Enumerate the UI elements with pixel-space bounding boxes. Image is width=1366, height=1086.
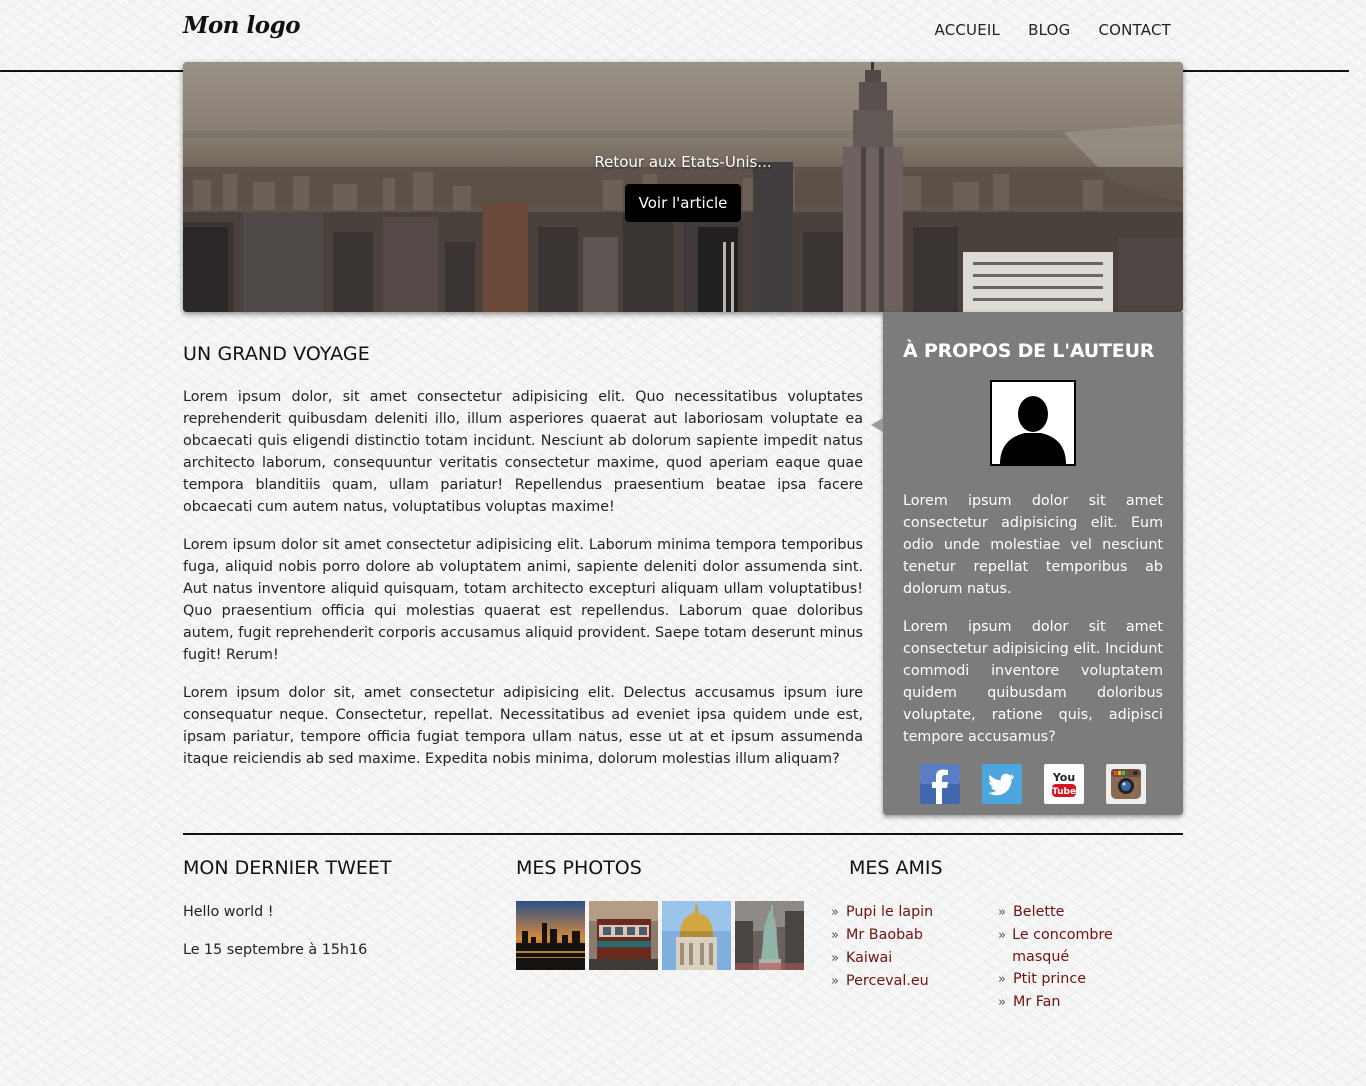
banner-caption: Retour aux Etats-Unis...: [594, 153, 772, 171]
article-paragraph: Lorem ipsum dolor, sit amet consectetur …: [183, 389, 863, 515]
article-paragraph: Lorem ipsum dolor sit amet consectetur a…: [183, 537, 863, 663]
tweet-date: Le 15 septembre à 15h16: [183, 942, 368, 958]
friends-column-2: » Belette » Le concombre masqué » Ptit prin…: [998, 901, 1165, 1014]
nav-link-blog[interactable]: BLOG: [1028, 21, 1070, 39]
photo-gallery: [516, 901, 816, 970]
friend-link[interactable]: Perceval.eu: [846, 970, 929, 992]
youtube-icon[interactable]: You Tube: [1044, 764, 1084, 804]
chevron-right-icon: »: [831, 928, 839, 943]
list-item: » Pupi le lapin: [831, 901, 998, 924]
social-links: You Tube: [903, 764, 1163, 804]
list-item: » Perceval.eu: [831, 970, 998, 993]
list-item: » Kaiwai: [831, 947, 998, 970]
main-nav: ACCUEIL BLOG CONTACT: [935, 21, 1171, 39]
tweet-text: Hello world !: [183, 904, 274, 920]
friend-link[interactable]: Ptit prince: [1013, 968, 1086, 990]
nav-link-accueil[interactable]: ACCUEIL: [935, 21, 1001, 39]
friend-link[interactable]: Pupi le lapin: [846, 901, 933, 923]
photos-section: MES PHOTOS: [516, 857, 816, 970]
hero-banner: Retour aux Etats-Unis... Voir l'article: [183, 62, 1183, 312]
list-item: » Mr Baobab: [831, 924, 998, 947]
friend-link[interactable]: Kaiwai: [846, 947, 892, 969]
facebook-icon[interactable]: [920, 764, 960, 804]
user-silhouette-icon: [992, 382, 1074, 464]
article-title: UN GRAND VOYAGE: [183, 343, 370, 365]
chevron-right-icon: »: [998, 995, 1006, 1010]
chevron-right-icon: »: [831, 905, 839, 920]
author-sidebar: À PROPOS DE L'AUTEUR Lorem ipsum dolor s…: [871, 312, 1183, 815]
author-avatar: [990, 380, 1076, 466]
friend-link[interactable]: Le concombre masqué: [1012, 924, 1165, 968]
chevron-right-icon: »: [998, 928, 1006, 943]
chevron-right-icon: »: [998, 972, 1006, 987]
photo-thumbnail-statue-of-liberty[interactable]: [735, 901, 804, 970]
main-article: UN GRAND VOYAGE Lorem ipsum dolor, sit a…: [183, 343, 863, 786]
photos-section-title: MES PHOTOS: [516, 857, 642, 879]
instagram-icon[interactable]: [1106, 764, 1146, 804]
friends-section: MES AMIS » Pupi le lapin » Mr Baobab » Kaiw…: [831, 857, 1183, 1014]
photo-thumbnail-golden-dome[interactable]: [662, 901, 731, 970]
friend-link[interactable]: Mr Baobab: [846, 924, 923, 946]
chevron-right-icon: »: [831, 951, 839, 966]
friends-column-1: » Pupi le lapin » Mr Baobab » Kaiwai » Perce…: [831, 901, 998, 1014]
footer-divider: [183, 833, 1183, 835]
sidebar-paragraph: Lorem ipsum dolor sit amet consectetur a…: [903, 619, 1163, 745]
friends-list: » Pupi le lapin » Mr Baobab » Kaiwai » Perce…: [831, 901, 1183, 1014]
list-item: » Mr Fan: [998, 991, 1165, 1014]
friends-section-title: MES AMIS: [849, 857, 943, 879]
chevron-right-icon: »: [998, 905, 1006, 920]
svg-text:Tube: Tube: [1052, 787, 1076, 797]
list-item: » Belette: [998, 901, 1165, 924]
article-paragraph: Lorem ipsum dolor sit, amet consectetur …: [183, 685, 863, 767]
site-logo[interactable]: Mon logo: [183, 12, 301, 39]
view-article-button[interactable]: Voir l'article: [625, 184, 741, 222]
friend-link[interactable]: Belette: [1013, 901, 1064, 923]
list-item: » Ptit prince: [998, 968, 1165, 991]
latest-tweet-section: MON DERNIER TWEET Hello world ! Le 15 se…: [183, 857, 483, 977]
sidebar-paragraph: Lorem ipsum dolor sit amet consectetur a…: [903, 493, 1163, 597]
chevron-right-icon: »: [831, 974, 839, 989]
sidebar-title: À PROPOS DE L'AUTEUR: [903, 340, 1155, 362]
list-item: » Le concombre masqué: [998, 924, 1165, 968]
photo-thumbnail-cable-car[interactable]: [589, 901, 658, 970]
svg-text:You: You: [1052, 771, 1075, 784]
tweet-section-title: MON DERNIER TWEET: [183, 857, 392, 879]
nav-link-contact[interactable]: CONTACT: [1098, 21, 1171, 39]
friend-link[interactable]: Mr Fan: [1013, 991, 1061, 1013]
twitter-icon[interactable]: [982, 764, 1022, 804]
photo-thumbnail-skyline-sunset[interactable]: [516, 901, 585, 970]
